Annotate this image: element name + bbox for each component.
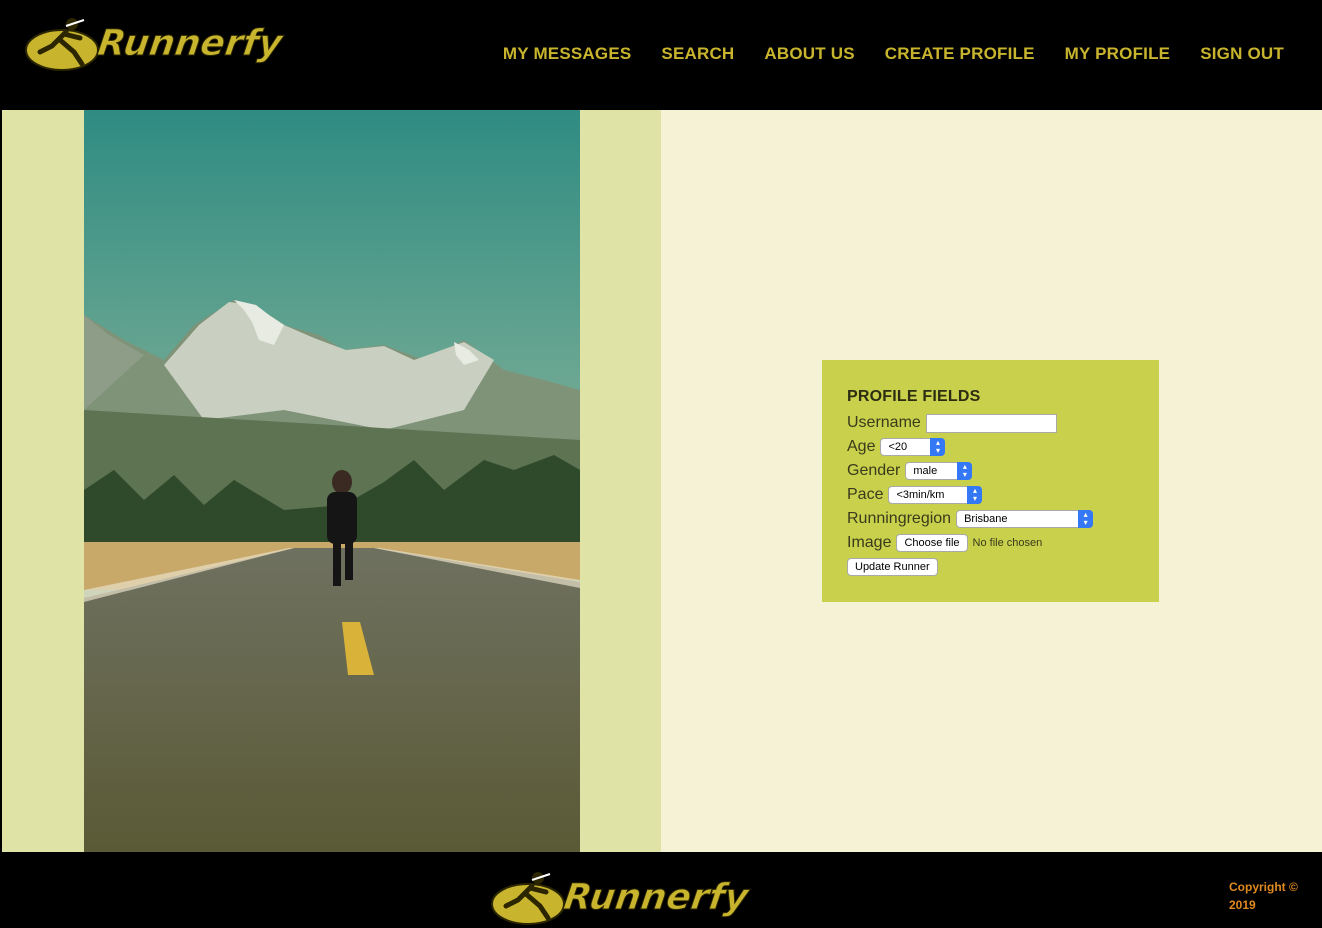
logo-wordmark: Runnerfy xyxy=(561,876,752,918)
username-input[interactable] xyxy=(925,413,1057,433)
age-select[interactable]: <20 ▴ ▾ xyxy=(880,438,946,456)
nav-my-profile[interactable]: MY PROFILE xyxy=(1065,44,1171,64)
username-row: Username xyxy=(847,411,1159,435)
runner-logo-icon xyxy=(491,872,565,925)
mountain-road-image xyxy=(84,110,580,852)
region-select-value: Brisbane xyxy=(964,513,1008,525)
form-title: PROFILE FIELDS xyxy=(847,388,981,405)
nav-create-profile[interactable]: CREATE PROFILE xyxy=(885,44,1035,64)
copyright-line-2: 2019 xyxy=(1229,898,1256,912)
main-content: PROFILE FIELDS Username Age <20 ▴ ▾ Gende… xyxy=(2,110,1322,852)
image-row: Image Choose file No file chosen xyxy=(847,531,1159,555)
no-file-text: No file chosen xyxy=(972,537,1043,549)
username-label: Username xyxy=(847,414,921,431)
region-select[interactable]: Brisbane ▴ ▾ xyxy=(956,510,1094,528)
age-label: Age xyxy=(847,438,876,455)
nav-sign-out[interactable]: SIGN OUT xyxy=(1200,44,1284,64)
chevron-updown-icon: ▴ ▾ xyxy=(957,462,973,480)
hero-photo xyxy=(84,110,580,852)
age-row: Age <20 ▴ ▾ xyxy=(847,435,1159,459)
image-label: Image xyxy=(847,534,892,551)
chevron-updown-icon: ▴ ▾ xyxy=(1078,510,1094,528)
logo-wordmark: Runnerfy xyxy=(95,22,286,64)
profile-form: PROFILE FIELDS Username Age <20 ▴ ▾ Gende… xyxy=(822,360,1159,602)
region-label: Runningregion xyxy=(847,510,952,527)
header-logo[interactable]: Runnerfy xyxy=(22,12,286,74)
update-runner-button[interactable]: Update Runner xyxy=(847,558,938,576)
gender-row: Gender male ▴ ▾ xyxy=(847,459,1159,483)
header: Runnerfy MY MESSAGES SEARCH ABOUT US CRE… xyxy=(2,0,1322,110)
copyright-line-1: Copyright © xyxy=(1229,880,1298,894)
copyright: Copyright © 2019 xyxy=(1229,878,1309,914)
main-nav: MY MESSAGES SEARCH ABOUT US CREATE PROFI… xyxy=(503,44,1284,64)
pace-select-value: <3min/km xyxy=(896,489,945,501)
left-panel xyxy=(2,110,661,852)
pace-label: Pace xyxy=(847,486,884,503)
pace-select[interactable]: <3min/km ▴ ▾ xyxy=(888,486,983,504)
gender-select[interactable]: male ▴ ▾ xyxy=(905,462,973,480)
gender-select-value: male xyxy=(913,465,938,477)
chevron-updown-icon: ▴ ▾ xyxy=(930,438,946,456)
footer-logo[interactable]: Runnerfy xyxy=(488,866,752,928)
nav-about-us[interactable]: ABOUT US xyxy=(764,44,854,64)
gender-label: Gender xyxy=(847,462,901,479)
age-select-value: <20 xyxy=(888,441,908,453)
choose-file-button[interactable]: Choose file xyxy=(896,534,968,552)
runner-logo-icon xyxy=(25,18,99,71)
pace-row: Pace <3min/km ▴ ▾ xyxy=(847,483,1159,507)
nav-search[interactable]: SEARCH xyxy=(661,44,734,64)
region-row: Runningregion Brisbane ▴ ▾ xyxy=(847,507,1159,531)
submit-row: Update Runner xyxy=(847,555,1159,579)
chevron-updown-icon: ▴ ▾ xyxy=(967,486,983,504)
nav-my-messages[interactable]: MY MESSAGES xyxy=(503,44,631,64)
